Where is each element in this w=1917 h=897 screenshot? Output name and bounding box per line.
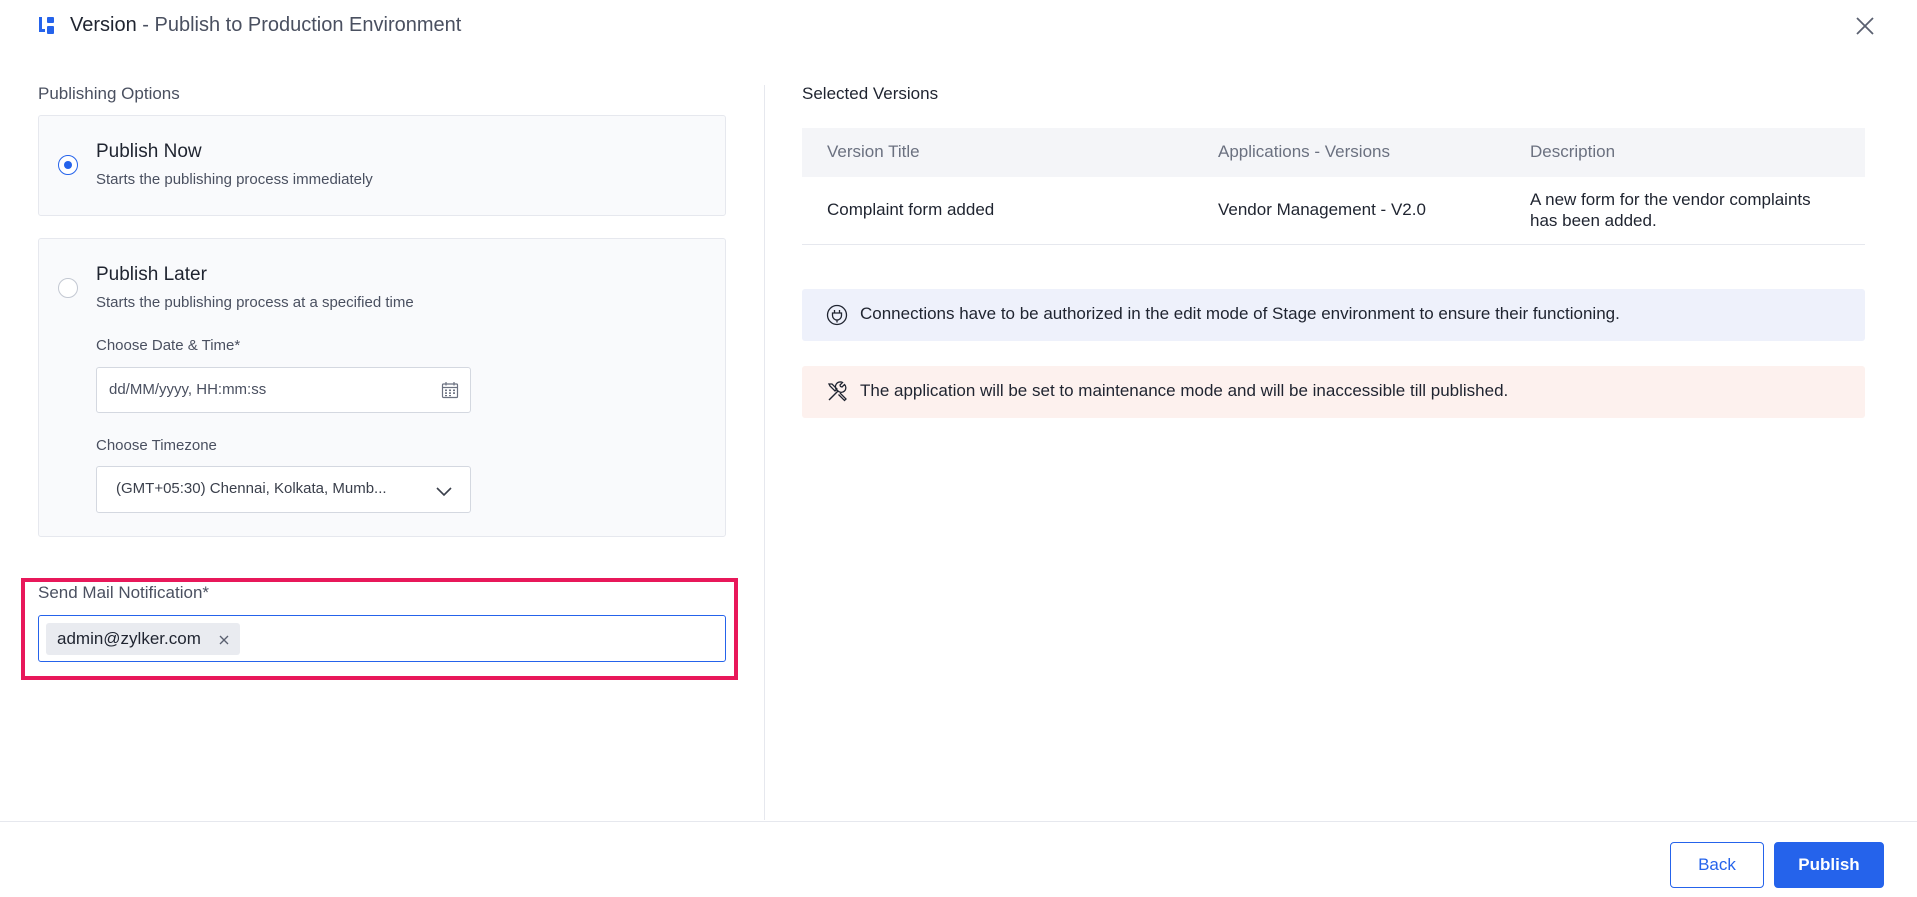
column-header-applications-versions: Applications - Versions bbox=[1218, 142, 1390, 161]
timezone-select[interactable]: (GMT+05:30) Chennai, Kolkata, Mumb... bbox=[96, 466, 471, 513]
dialog-header: Version - Publish to Production Environm… bbox=[0, 0, 1917, 50]
column-divider bbox=[764, 85, 765, 820]
date-time-label: Choose Date & Time* bbox=[96, 337, 241, 354]
date-time-input[interactable]: dd/MM/yyyy, HH:mm:ss bbox=[96, 367, 471, 413]
publish-button[interactable]: Publish bbox=[1774, 842, 1884, 888]
connections-info-text: Connections have to be authorized in the… bbox=[860, 304, 1620, 323]
table-row: Complaint form added Vendor Management -… bbox=[802, 177, 1865, 245]
title-main: Version bbox=[70, 14, 137, 36]
column-header-description: Description bbox=[1530, 142, 1616, 161]
footer-divider bbox=[0, 821, 1917, 822]
plug-icon bbox=[826, 304, 848, 326]
chevron-down-icon[interactable] bbox=[435, 482, 453, 500]
date-time-placeholder: dd/MM/yyyy, HH:mm:ss bbox=[109, 381, 267, 398]
calendar-icon[interactable] bbox=[441, 381, 459, 399]
column-header-version-title: Version Title bbox=[827, 142, 920, 161]
title-subtitle: - Publish to Production Environment bbox=[136, 14, 462, 36]
connections-info-banner: Connections have to be authorized in the… bbox=[802, 289, 1865, 341]
timezone-label: Choose Timezone bbox=[96, 437, 217, 454]
publish-later-radio[interactable] bbox=[58, 278, 78, 298]
publish-later-desc: Starts the publishing process at a speci… bbox=[96, 294, 414, 311]
timezone-value: (GMT+05:30) Chennai, Kolkata, Mumb... bbox=[116, 480, 387, 497]
remove-recipient-icon[interactable] bbox=[218, 634, 230, 646]
version-icon bbox=[39, 17, 54, 34]
mail-notification-label: Send Mail Notification* bbox=[38, 583, 210, 602]
mail-recipients-input[interactable]: admin@zylker.com bbox=[38, 615, 726, 662]
close-icon[interactable] bbox=[1853, 14, 1877, 38]
cell-version-title: Complaint form added bbox=[827, 200, 995, 219]
publish-later-title: Publish Later bbox=[96, 264, 207, 285]
maintenance-warning-text: The application will be set to maintenan… bbox=[860, 381, 1509, 400]
publish-now-radio[interactable] bbox=[58, 155, 78, 175]
maintenance-warning-banner: The application will be set to maintenan… bbox=[802, 366, 1865, 418]
tools-icon bbox=[827, 381, 847, 402]
recipient-email: admin@zylker.com bbox=[57, 629, 201, 648]
publish-later-card[interactable]: Publish Later Starts the publishing proc… bbox=[38, 238, 726, 537]
publish-now-card[interactable]: Publish Now Starts the publishing proces… bbox=[38, 115, 726, 216]
cell-app-version: Vendor Management - V2.0 bbox=[1218, 200, 1426, 219]
selected-versions-title: Selected Versions bbox=[802, 84, 939, 103]
dialog-title: Version - Publish to Production Environm… bbox=[70, 14, 461, 37]
back-button[interactable]: Back bbox=[1670, 842, 1764, 888]
versions-table-header: Version Title Applications - Versions De… bbox=[802, 128, 1865, 177]
publish-now-desc: Starts the publishing process immediatel… bbox=[96, 171, 373, 188]
recipient-chip[interactable]: admin@zylker.com bbox=[46, 623, 240, 655]
cell-description: A new form for the vendor complaints has… bbox=[1530, 190, 1811, 230]
publish-now-title: Publish Now bbox=[96, 141, 202, 162]
publishing-options-label: Publishing Options bbox=[38, 84, 180, 103]
